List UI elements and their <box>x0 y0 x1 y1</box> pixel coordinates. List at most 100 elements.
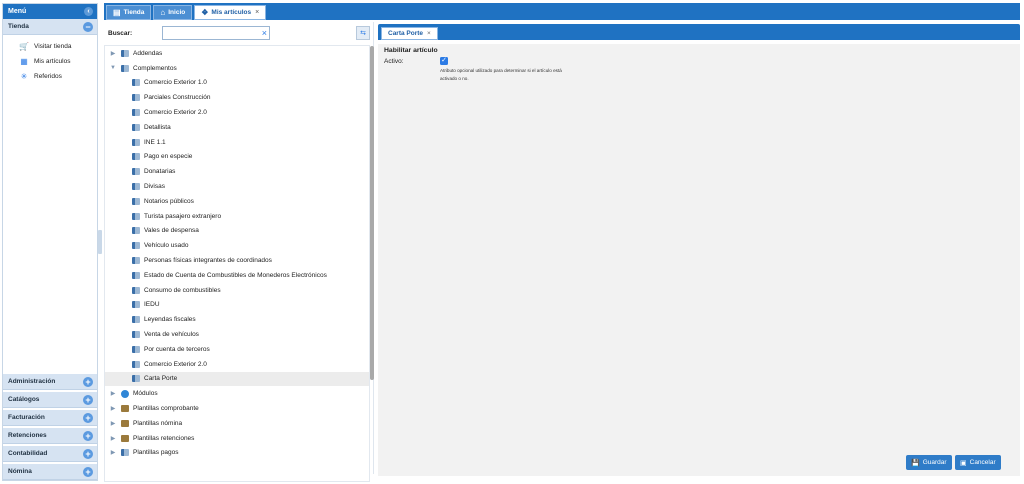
tree-node-label: Plantillas pagos <box>133 449 179 457</box>
module-icon <box>121 389 129 398</box>
tree-node-label: Vehículo usado <box>144 242 189 250</box>
tree-node[interactable]: Divisas <box>105 179 369 194</box>
plus-icon[interactable]: + <box>83 431 93 441</box>
tree-node[interactable]: Comercio Exterior 2.0 <box>105 357 369 372</box>
tree-node[interactable]: Comercio Exterior 2.0 <box>105 105 369 120</box>
tree-node[interactable]: Venta de vehículos <box>105 327 369 342</box>
plus-icon[interactable]: + <box>83 449 93 459</box>
tree-node[interactable]: Vales de despensa <box>105 224 369 239</box>
tree-node[interactable]: Estado de Cuenta de Combustibles de Mone… <box>105 268 369 283</box>
caret-right-icon[interactable]: ▶ <box>108 449 118 456</box>
section-administracion[interactable]: Administración + <box>3 374 97 390</box>
cancel-icon: ▣ <box>960 459 967 467</box>
tree-node[interactable]: ▼ Complementos <box>105 61 369 76</box>
tree-node[interactable]: Personas físicas integrantes de coordina… <box>105 253 369 268</box>
menu-item-mis-articulos[interactable]: ▦ Mis artículos <box>3 54 97 69</box>
tree-node-label: Por cuenta de terceros <box>144 345 210 353</box>
tree-node[interactable]: Pago en especie <box>105 150 369 165</box>
minus-icon[interactable]: − <box>83 22 93 32</box>
tree-node[interactable]: INE 1.1 <box>105 135 369 150</box>
expand-all-icon[interactable]: ⇆ <box>356 26 370 40</box>
activo-checkbox[interactable]: ✓ <box>440 57 448 65</box>
section-label: Retenciones <box>8 432 47 439</box>
tab-inicio[interactable]: ⌂ Inicio <box>153 5 193 20</box>
node-icon <box>132 153 140 161</box>
node-icon <box>132 257 140 265</box>
tree-node[interactable]: ▶ Módulos <box>105 386 369 401</box>
caret-right-icon[interactable]: ▶ <box>108 405 118 412</box>
chevron-left-icon[interactable]: ‹ <box>84 7 93 16</box>
tree-node[interactable]: Vehículo usado <box>105 238 369 253</box>
close-icon[interactable]: × <box>255 9 259 16</box>
save-button[interactable]: 💾 Guardar <box>906 455 952 470</box>
section-label: Tienda <box>8 23 29 30</box>
caret-right-icon[interactable]: ▶ <box>108 50 118 57</box>
tree-node[interactable]: Notarios públicos <box>105 194 369 209</box>
tree-node[interactable]: Comercio Exterior 1.0 <box>105 76 369 91</box>
save-label: Guardar <box>922 459 947 466</box>
caret-right-icon[interactable]: ▶ <box>108 390 118 397</box>
tab-mis-articulos[interactable]: ❖ Mis artículos × <box>194 5 267 20</box>
caret-right-icon[interactable]: ▶ <box>108 420 118 427</box>
section-catalogos[interactable]: Catálogos + <box>3 392 97 408</box>
tree-node[interactable]: Detallista <box>105 120 369 135</box>
plus-icon[interactable]: + <box>83 395 93 405</box>
tree-node[interactable]: Turista pasajero extranjero <box>105 209 369 224</box>
plus-icon[interactable]: + <box>83 413 93 423</box>
node-icon <box>132 109 140 117</box>
content-panel: Carta Porte × Habilitar artículo Activo:… <box>378 24 1020 476</box>
tree-node[interactable]: Por cuenta de terceros <box>105 342 369 357</box>
caret-down-icon[interactable]: ▼ <box>108 65 118 71</box>
tree-node[interactable]: ▶ Addendas <box>105 46 369 61</box>
panel-splitter[interactable] <box>98 230 102 254</box>
tree-node-label: Leyendas fiscales <box>144 316 196 324</box>
clear-icon[interactable]: × <box>262 28 267 38</box>
node-icon <box>132 138 140 146</box>
node-icon <box>132 271 140 279</box>
tree-node[interactable]: Donatarias <box>105 164 369 179</box>
tree-node-label: Comercio Exterior 2.0 <box>144 360 207 368</box>
tree-node-label: Turista pasajero extranjero <box>144 212 222 220</box>
menu-item-visitar-tienda[interactable]: 🛒 Visitar tienda <box>3 39 97 54</box>
tree-node[interactable]: ▶ Plantillas nómina <box>105 416 369 431</box>
collapsed-sections: Administración + Catálogos + Facturación + … <box>3 372 97 480</box>
plus-icon[interactable]: + <box>83 467 93 477</box>
store-icon: ▤ <box>113 8 121 17</box>
tree-node-label: Vales de despensa <box>144 227 199 235</box>
form-title: Habilitar artículo <box>384 47 438 54</box>
tree-node[interactable]: ▶ Plantillas comprobante <box>105 401 369 416</box>
node-icon <box>132 227 140 235</box>
node-icon <box>132 331 140 339</box>
close-icon[interactable]: × <box>427 30 431 37</box>
tree-node[interactable]: ▶ Plantillas pagos <box>105 446 369 461</box>
tree-node[interactable]: IEDU <box>105 298 369 313</box>
tienda-items: 🛒 Visitar tienda ▦ Mis artículos ✳ Refer… <box>3 35 97 84</box>
home-icon: ⌂ <box>160 8 166 17</box>
tree-node[interactable]: Parciales Construcción <box>105 90 369 105</box>
section-label: Contabilidad <box>8 450 48 457</box>
node-icon <box>132 94 140 102</box>
tree-node-label: Estado de Cuenta de Combustibles de Mone… <box>144 271 327 279</box>
tab-tienda[interactable]: ▤ Tienda <box>106 5 152 20</box>
menu-item-referidos[interactable]: ✳ Referidos <box>3 69 97 84</box>
tab-carta-porte[interactable]: Carta Porte × <box>381 27 438 40</box>
tree-node-label: Notarios públicos <box>144 197 194 205</box>
section-nomina[interactable]: Nómina + <box>3 464 97 480</box>
tree-scrollbar[interactable] <box>370 46 374 380</box>
node-icon <box>132 316 140 324</box>
section-contabilidad[interactable]: Contabilidad + <box>3 446 97 462</box>
node-icon <box>132 197 140 205</box>
section-tienda[interactable]: Tienda − <box>3 19 97 35</box>
plus-icon[interactable]: + <box>83 377 93 387</box>
tree-node[interactable]: Carta Porte <box>105 371 369 387</box>
side-menu: Menú ‹ Tienda − 🛒 Visitar tienda ▦ Mis a… <box>2 3 98 481</box>
tree-node[interactable]: Leyendas fiscales <box>105 312 369 327</box>
tree-node[interactable]: ▶ Plantillas retenciones <box>105 431 369 446</box>
section-facturacion[interactable]: Facturación + <box>3 410 97 426</box>
section-retenciones[interactable]: Retenciones + <box>3 428 97 444</box>
caret-right-icon[interactable]: ▶ <box>108 435 118 442</box>
tree-node[interactable]: Consumo de combustibles <box>105 283 369 298</box>
tree-node-label: Plantillas comprobante <box>133 405 199 413</box>
search-input[interactable]: × <box>162 26 270 40</box>
cancel-button[interactable]: ▣ Cancelar <box>955 455 1001 470</box>
